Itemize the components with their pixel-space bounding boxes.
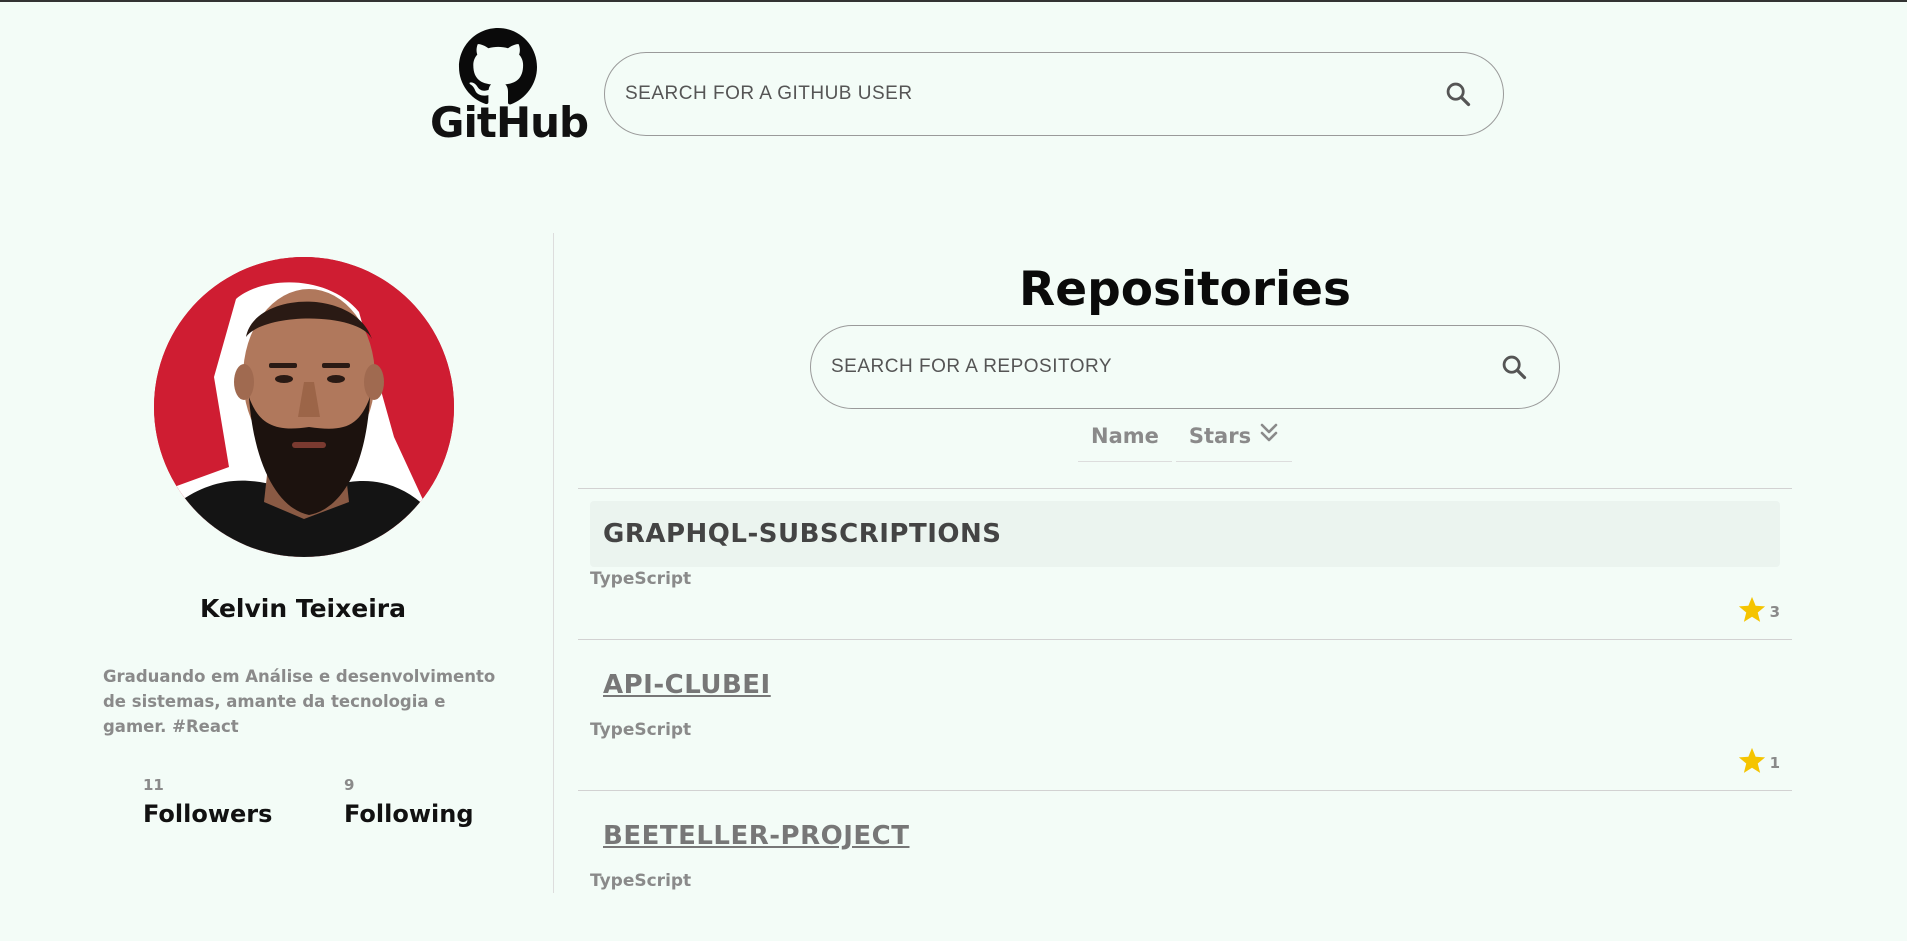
- repo-name-link[interactable]: GRAPHQL-SUBSCRIPTIONS: [603, 519, 1001, 549]
- following-count: 9: [344, 776, 355, 794]
- double-chevron-down-icon: [1259, 422, 1279, 449]
- repositories-title: Repositories: [1019, 262, 1351, 317]
- user-avatar: [154, 257, 454, 557]
- github-logo[interactable]: GitHub: [430, 26, 589, 147]
- repo-name-container: GRAPHQL-SUBSCRIPTIONS: [590, 501, 1780, 567]
- sort-by-name-button[interactable]: Name: [1078, 418, 1172, 462]
- sort-name-label: Name: [1091, 423, 1159, 448]
- repo-search-bar[interactable]: [810, 325, 1560, 409]
- repo-name-container: BEETELLER-PROJECT: [590, 803, 1780, 869]
- user-search-input[interactable]: [605, 53, 1443, 135]
- user-photo: [154, 257, 454, 557]
- sort-bar: Name Stars: [1078, 418, 1293, 462]
- repository-list: GRAPHQL-SUBSCRIPTIONS TypeScript 3 API-C…: [578, 488, 1792, 941]
- sidebar-divider: [553, 233, 554, 893]
- followers-stat[interactable]: 11 Followers: [143, 776, 272, 828]
- top-border: [0, 0, 1907, 2]
- star-icon: [1737, 595, 1767, 629]
- star-icon: [1737, 746, 1767, 780]
- github-octocat-icon: [459, 28, 537, 105]
- following-label: Following: [344, 800, 474, 828]
- star-count: 1: [1769, 754, 1780, 772]
- logo-text: GitHub: [430, 98, 589, 147]
- followers-label: Followers: [143, 800, 273, 828]
- repo-language: TypeScript: [590, 720, 692, 740]
- user-name: Kelvin Teixeira: [200, 594, 406, 623]
- repo-item[interactable]: BEETELLER-PROJECT TypeScript: [578, 790, 1792, 941]
- user-bio: Graduando em Análise e desenvolvimento d…: [103, 667, 496, 736]
- star-count: 3: [1769, 603, 1780, 621]
- user-search-bar[interactable]: [604, 52, 1504, 136]
- repo-item[interactable]: API-CLUBEI TypeScript 1: [578, 639, 1792, 790]
- repo-name-link[interactable]: API-CLUBEI: [603, 670, 771, 700]
- following-stat[interactable]: 9 Following: [344, 776, 474, 828]
- repo-stars: 3: [1737, 595, 1780, 629]
- repo-search-input[interactable]: [811, 326, 1499, 408]
- sort-stars-label: Stars: [1188, 423, 1252, 448]
- repo-name-link[interactable]: BEETELLER-PROJECT: [603, 821, 909, 851]
- sort-by-stars-button[interactable]: Stars: [1175, 418, 1293, 462]
- repo-language: TypeScript: [590, 871, 692, 891]
- search-icon[interactable]: [1443, 79, 1473, 109]
- repo-name-container: API-CLUBEI: [590, 652, 1780, 718]
- repo-language: TypeScript: [590, 569, 692, 589]
- followers-count: 11: [143, 776, 164, 794]
- repo-stars: 1: [1737, 746, 1780, 780]
- repo-item[interactable]: GRAPHQL-SUBSCRIPTIONS TypeScript 3: [578, 488, 1792, 639]
- search-icon[interactable]: [1499, 352, 1529, 382]
